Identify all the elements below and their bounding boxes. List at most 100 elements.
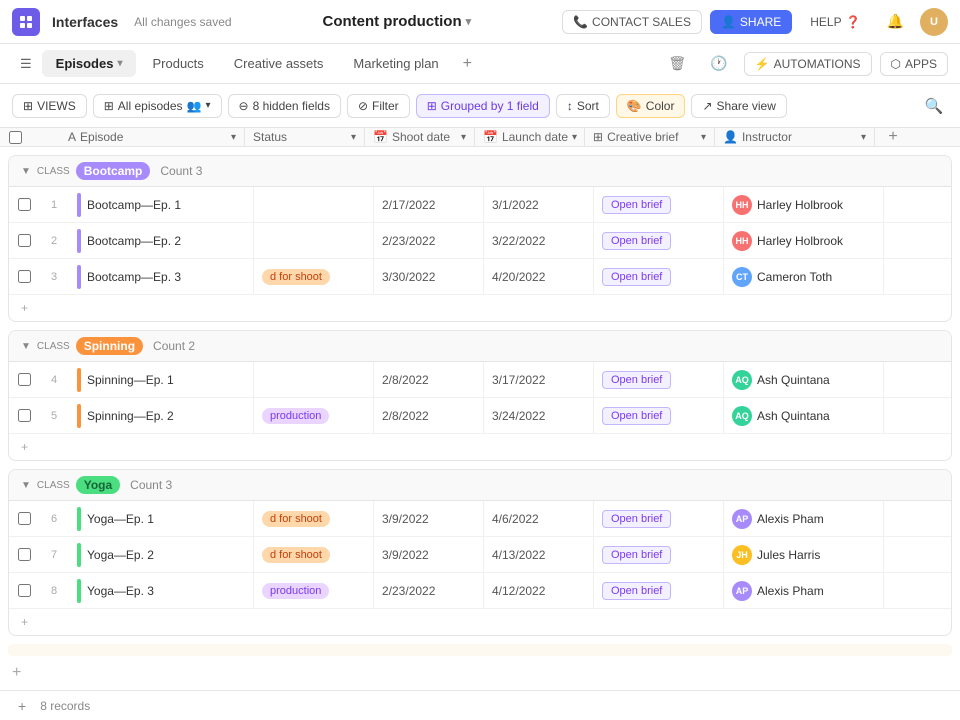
- delete-button[interactable]: 🗑: [660, 51, 694, 76]
- user-avatar[interactable]: U: [920, 8, 948, 36]
- row-shoot-date[interactable]: 2/23/2022: [374, 223, 484, 258]
- row-shoot-date[interactable]: 3/9/2022: [374, 537, 484, 572]
- row-launch-date[interactable]: 4/13/2022: [484, 537, 594, 572]
- add-record-button[interactable]: +: [0, 656, 960, 690]
- contact-sales-button[interactable]: 📞 CONTACT SALES: [562, 10, 702, 34]
- tab-dropdown-icon[interactable]: ▾: [117, 58, 122, 69]
- group-caret-yoga[interactable]: ▼: [21, 480, 31, 491]
- group-tag-yoga[interactable]: Yoga: [76, 476, 120, 494]
- views-button[interactable]: ⊞ VIEWS: [12, 94, 87, 118]
- row-shoot-date[interactable]: 2/23/2022: [374, 573, 484, 608]
- add-bottom-button[interactable]: +: [12, 696, 32, 716]
- row-shoot-date[interactable]: 2/8/2022: [374, 398, 484, 433]
- row-checkbox-input[interactable]: [18, 270, 31, 283]
- tab-marketing-plan[interactable]: Marketing plan: [339, 50, 452, 77]
- row-checkbox-input[interactable]: [18, 234, 31, 247]
- share-button[interactable]: 👤 SHARE: [710, 10, 792, 34]
- help-button[interactable]: HELP ❓: [800, 11, 870, 33]
- column-episode[interactable]: A Episode ▾: [60, 128, 245, 146]
- row-episode[interactable]: Spinning—Ep. 1: [69, 362, 254, 397]
- row-episode[interactable]: Yoga—Ep. 3: [69, 573, 254, 608]
- row-status[interactable]: d for shoot: [254, 259, 374, 294]
- row-launch-date[interactable]: 4/12/2022: [484, 573, 594, 608]
- row-checkbox-input[interactable]: [18, 548, 31, 561]
- row-episode[interactable]: Spinning—Ep. 2: [69, 398, 254, 433]
- row-brief[interactable]: Open brief: [594, 537, 724, 572]
- table-row[interactable]: 6 Yoga—Ep. 1 d for shoot 3/9/2022 4/6/20…: [9, 501, 951, 537]
- add-tab-button[interactable]: +: [455, 51, 480, 77]
- add-row-spinning[interactable]: +: [9, 434, 951, 460]
- row-launch-date[interactable]: 4/6/2022: [484, 501, 594, 536]
- app-logo[interactable]: [12, 8, 40, 36]
- column-shoot-date[interactable]: 📅 Shoot date ▾: [365, 128, 475, 146]
- row-status[interactable]: production: [254, 573, 374, 608]
- row-shoot-date[interactable]: 3/30/2022: [374, 259, 484, 294]
- row-brief[interactable]: Open brief: [594, 362, 724, 397]
- table-row[interactable]: 5 Spinning—Ep. 2 production 2/8/2022 3/2…: [9, 398, 951, 434]
- group-caret-bootcamp[interactable]: ▼: [21, 166, 31, 177]
- notifications-button[interactable]: 🔔: [879, 9, 912, 34]
- row-checkbox[interactable]: [9, 409, 39, 422]
- group-tag-spinning[interactable]: Spinning: [76, 337, 143, 355]
- row-instructor[interactable]: AP Alexis Pham: [724, 501, 884, 536]
- tab-episodes[interactable]: Episodes ▾: [42, 50, 137, 77]
- table-row[interactable]: 3 Bootcamp—Ep. 3 d for shoot 3/30/2022 4…: [9, 259, 951, 295]
- row-status[interactable]: production: [254, 398, 374, 433]
- history-button[interactable]: 🕐: [702, 51, 735, 76]
- row-launch-date[interactable]: 3/17/2022: [484, 362, 594, 397]
- column-status[interactable]: Status ▾: [245, 128, 365, 146]
- row-checkbox[interactable]: [9, 584, 39, 597]
- add-row-yoga[interactable]: +: [9, 609, 951, 635]
- row-instructor[interactable]: CT Cameron Toth: [724, 259, 884, 294]
- add-column-button[interactable]: +: [875, 128, 911, 146]
- row-checkbox[interactable]: [9, 198, 39, 211]
- row-instructor[interactable]: AP Alexis Pham: [724, 573, 884, 608]
- row-checkbox[interactable]: [9, 548, 39, 561]
- tab-products[interactable]: Products: [138, 50, 217, 77]
- row-episode[interactable]: Bootcamp—Ep. 3: [69, 259, 254, 294]
- row-instructor[interactable]: HH Harley Holbrook: [724, 223, 884, 258]
- group-tag-bootcamp[interactable]: Bootcamp: [76, 162, 151, 180]
- share-view-button[interactable]: ↗ Share view: [691, 94, 786, 118]
- row-status[interactable]: d for shoot: [254, 537, 374, 572]
- color-button[interactable]: 🎨 Color: [616, 94, 686, 118]
- row-launch-date[interactable]: 3/24/2022: [484, 398, 594, 433]
- row-instructor[interactable]: JH Jules Harris: [724, 537, 884, 572]
- column-launch-date[interactable]: 📅 Launch date ▾: [475, 128, 585, 146]
- select-all-checkbox[interactable]: [0, 131, 30, 144]
- table-row[interactable]: 8 Yoga—Ep. 3 production 2/23/2022 4/12/2…: [9, 573, 951, 609]
- row-brief[interactable]: Open brief: [594, 223, 724, 258]
- row-status[interactable]: [254, 187, 374, 222]
- row-instructor[interactable]: HH Harley Holbrook: [724, 187, 884, 222]
- sort-button[interactable]: ↕ Sort: [556, 94, 610, 118]
- search-button[interactable]: 🔍: [920, 92, 948, 120]
- table-row[interactable]: 4 Spinning—Ep. 1 2/8/2022 3/17/2022 Open…: [9, 362, 951, 398]
- row-status[interactable]: d for shoot: [254, 501, 374, 536]
- row-brief[interactable]: Open brief: [594, 573, 724, 608]
- tab-creative-assets[interactable]: Creative assets: [220, 50, 338, 77]
- table-row[interactable]: 2 Bootcamp—Ep. 2 2/23/2022 3/22/2022 Ope…: [9, 223, 951, 259]
- row-shoot-date[interactable]: 3/9/2022: [374, 501, 484, 536]
- row-launch-date[interactable]: 3/1/2022: [484, 187, 594, 222]
- row-checkbox[interactable]: [9, 373, 39, 386]
- app-name[interactable]: Interfaces: [52, 14, 118, 30]
- select-all-input[interactable]: [9, 131, 22, 144]
- row-status[interactable]: [254, 223, 374, 258]
- row-brief[interactable]: Open brief: [594, 259, 724, 294]
- row-checkbox-input[interactable]: [18, 373, 31, 386]
- row-brief[interactable]: Open brief: [594, 501, 724, 536]
- row-episode[interactable]: Bootcamp—Ep. 1: [69, 187, 254, 222]
- row-brief[interactable]: Open brief: [594, 187, 724, 222]
- row-shoot-date[interactable]: 2/8/2022: [374, 362, 484, 397]
- row-shoot-date[interactable]: 2/17/2022: [374, 187, 484, 222]
- table-row[interactable]: 1 Bootcamp—Ep. 1 2/17/2022 3/1/2022 Open…: [9, 187, 951, 223]
- row-checkbox[interactable]: [9, 512, 39, 525]
- row-launch-date[interactable]: 3/22/2022: [484, 223, 594, 258]
- row-launch-date[interactable]: 4/20/2022: [484, 259, 594, 294]
- row-checkbox-input[interactable]: [18, 584, 31, 597]
- column-creative-brief[interactable]: ⊞ Creative brief ▾: [585, 128, 715, 146]
- all-episodes-button[interactable]: ⊞ All episodes 👥 ▾: [93, 94, 222, 118]
- automations-button[interactable]: ⚡ AUTOMATIONS: [744, 52, 872, 76]
- row-status[interactable]: [254, 362, 374, 397]
- row-checkbox-input[interactable]: [18, 198, 31, 211]
